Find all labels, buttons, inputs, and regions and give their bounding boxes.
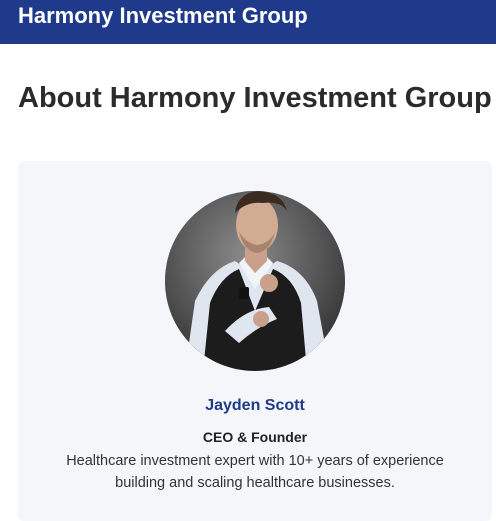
team-member-card: Jayden Scott CEO & Founder Healthcare in… bbox=[18, 161, 492, 521]
site-header: Harmony Investment Group bbox=[0, 0, 496, 44]
page-title: About Harmony Investment Group bbox=[18, 82, 492, 114]
team-member-role: CEO & Founder bbox=[202, 429, 308, 445]
team-member-name: Jayden Scott bbox=[205, 397, 305, 414]
team-member-bio: Healthcare investment expert with 10+ ye… bbox=[66, 453, 444, 491]
brand-logo-text[interactable]: Harmony Investment Group bbox=[18, 1, 308, 31]
avatar-photo bbox=[165, 191, 345, 371]
avatar bbox=[165, 191, 345, 371]
